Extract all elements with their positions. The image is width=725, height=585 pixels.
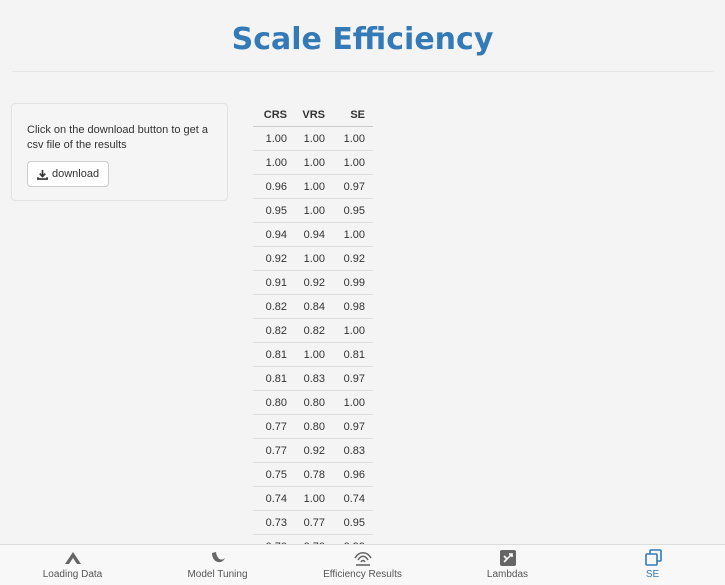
cell-vrs: 0.80	[295, 414, 333, 439]
cell-se: 0.92	[333, 246, 373, 271]
download-icon	[37, 169, 48, 180]
cell-vrs: 1.00	[295, 150, 333, 175]
cell-crs: 0.82	[253, 294, 295, 319]
model-tuning-icon	[211, 552, 225, 563]
loading-data-icon	[64, 552, 81, 564]
cell-se: 0.97	[333, 366, 373, 391]
page-title: Scale Efficiency	[231, 22, 494, 57]
cell-vrs: 1.00	[295, 486, 333, 511]
table-row: 0.82 0.82 1.00	[253, 318, 373, 343]
column-header-se: SE	[333, 104, 373, 127]
cell-se: 1.00	[333, 126, 373, 151]
tab-loading-data[interactable]: Loading Data	[0, 545, 145, 585]
cell-se: 0.95	[333, 198, 373, 223]
table-row: 1.00 1.00 1.00	[253, 150, 373, 175]
title-divider	[12, 71, 713, 72]
tab-model-tuning[interactable]: Model Tuning	[145, 545, 290, 585]
cell-se: 0.96	[333, 462, 373, 487]
cell-crs: 0.94	[253, 222, 295, 247]
cell-crs: 0.80	[253, 390, 295, 415]
column-header-vrs: VRS	[295, 104, 333, 127]
table-row: 0.82 0.84 0.98	[253, 294, 373, 319]
cell-se: 0.97	[333, 414, 373, 439]
cell-crs: 1.00	[253, 150, 295, 175]
table-body: 1.00 1.00 1.00 1.00 1.00 1.00 0.96 1.00 0.97 0.95…	[253, 126, 373, 559]
table-row: 0.80 0.80 1.00	[253, 390, 373, 415]
table-row: 0.77 0.92 0.83	[253, 438, 373, 463]
table-header-row: CRS VRS SE	[253, 104, 373, 127]
table-row: 0.92 1.00 0.92	[253, 246, 373, 271]
cell-crs: 0.96	[253, 174, 295, 199]
table-row: 0.91 0.92 0.99	[253, 270, 373, 295]
table-row: 1.00 1.00 1.00	[253, 126, 373, 151]
bottom-tab-bar: Loading Data Model Tuning Efficiency Res…	[0, 544, 725, 585]
cell-vrs: 0.80	[295, 390, 333, 415]
cell-se: 0.97	[333, 174, 373, 199]
cell-se: 0.74	[333, 486, 373, 511]
tab-label: Loading Data	[42, 569, 103, 580]
cell-crs: 0.77	[253, 414, 295, 439]
cell-vrs: 1.00	[295, 174, 333, 199]
table-row: 0.73 0.77 0.95	[253, 510, 373, 535]
column-header-crs: CRS	[253, 104, 295, 127]
table-row: 0.75 0.78 0.96	[253, 462, 373, 487]
results-table: CRS VRS SE 1.00 1.00 1.00 1.00 1.00 1.00 0.96 1…	[253, 104, 373, 559]
cell-vrs: 0.92	[295, 270, 333, 295]
se-icon	[644, 549, 662, 566]
table-row: 0.77 0.80 0.97	[253, 414, 373, 439]
download-button-label: download	[52, 168, 100, 180]
sidebar-panel: Click on the download button to get a cs…	[11, 103, 228, 201]
cell-vrs: 0.82	[295, 318, 333, 343]
cell-se: 0.83	[333, 438, 373, 463]
cell-crs: 0.81	[253, 342, 295, 367]
tab-lambdas[interactable]: Lambdas	[435, 545, 580, 585]
table-row: 0.81 1.00 0.81	[253, 342, 373, 367]
download-button[interactable]: download	[27, 161, 110, 187]
cell-crs: 0.75	[253, 462, 295, 487]
cell-vrs: 1.00	[295, 126, 333, 151]
table-row: 0.96 1.00 0.97	[253, 174, 373, 199]
cell-vrs: 1.00	[295, 246, 333, 271]
tab-efficiency-results[interactable]: Efficiency Results	[290, 545, 435, 585]
lambdas-icon	[499, 550, 516, 566]
cell-se: 0.95	[333, 510, 373, 535]
cell-vrs: 0.83	[295, 366, 333, 391]
table-row: 0.94 0.94 1.00	[253, 222, 373, 247]
results-table-container: CRS VRS SE 1.00 1.00 1.00 1.00 1.00 1.00 0.96 1…	[253, 104, 381, 559]
sidebar-description: Click on the download button to get a cs…	[27, 124, 209, 151]
cell-se: 1.00	[333, 318, 373, 343]
tab-label: Efficiency Results	[323, 569, 402, 580]
cell-crs: 1.00	[253, 126, 295, 151]
cell-crs: 0.95	[253, 198, 295, 223]
tab-label: SE	[645, 569, 660, 580]
cell-crs: 0.82	[253, 318, 295, 343]
cell-vrs: 0.77	[295, 510, 333, 535]
cell-se: 0.98	[333, 294, 373, 319]
table-row: 0.74 1.00 0.74	[253, 486, 373, 511]
cell-se: 0.99	[333, 270, 373, 295]
cell-se: 1.00	[333, 390, 373, 415]
cell-vrs: 1.00	[295, 198, 333, 223]
table-row: 0.95 1.00 0.95	[253, 198, 373, 223]
cell-crs: 0.92	[253, 246, 295, 271]
cell-se: 1.00	[333, 150, 373, 175]
efficiency-results-icon	[353, 551, 372, 566]
tab-label: Lambdas	[486, 569, 529, 580]
cell-crs: 0.73	[253, 510, 295, 535]
cell-vrs: 0.84	[295, 294, 333, 319]
cell-se: 0.81	[333, 342, 373, 367]
cell-crs: 0.77	[253, 438, 295, 463]
tab-label: Model Tuning	[187, 569, 248, 580]
cell-crs: 0.81	[253, 366, 295, 391]
table-row: 0.81 0.83 0.97	[253, 366, 373, 391]
cell-crs: 0.74	[253, 486, 295, 511]
cell-vrs: 0.94	[295, 222, 333, 247]
page: Scale Efficiency Click on the download b…	[0, 0, 725, 585]
cell-vrs: 0.92	[295, 438, 333, 463]
cell-vrs: 1.00	[295, 342, 333, 367]
tab-se[interactable]: SE	[580, 545, 725, 585]
cell-vrs: 0.78	[295, 462, 333, 487]
cell-se: 1.00	[333, 222, 373, 247]
cell-crs: 0.91	[253, 270, 295, 295]
